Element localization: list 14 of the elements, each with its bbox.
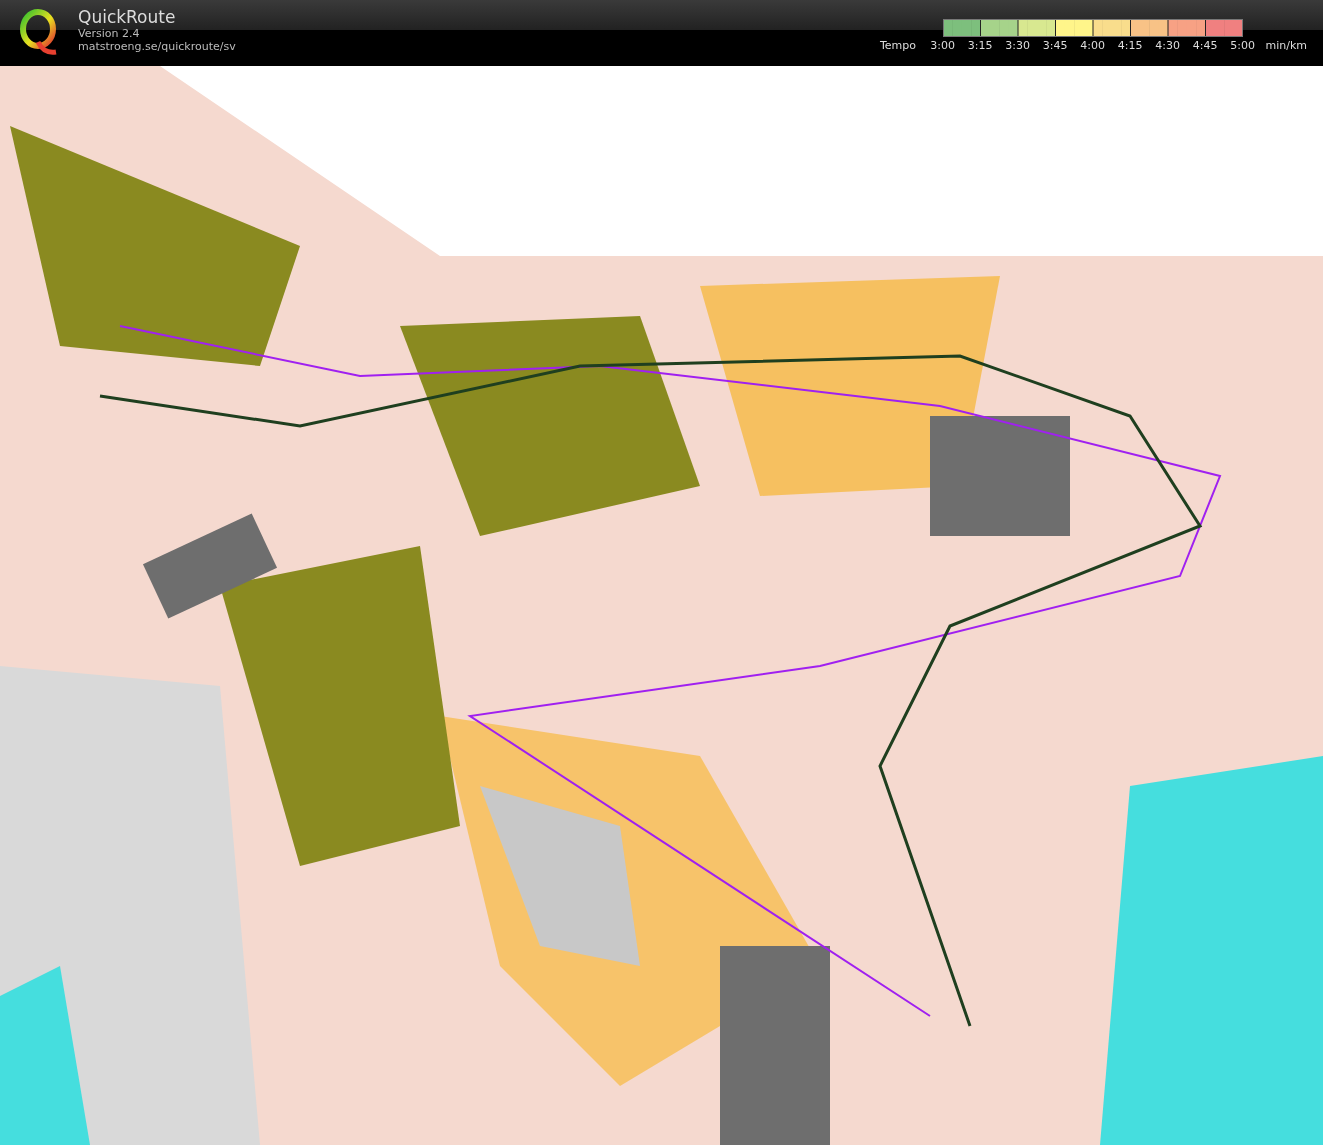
version-text: Version 2.4 <box>78 27 141 40</box>
tempo-label: Tempo <box>879 39 917 53</box>
scale-tick-label: 4:15 <box>1117 39 1143 53</box>
unit-label: min/km <box>1265 39 1307 53</box>
website-link[interactable]: matstroeng.se/quickroute/sv <box>78 40 236 53</box>
scale-tick-label: 3:00 <box>930 39 956 53</box>
scale-tick-label: 4:00 <box>1080 39 1106 53</box>
scale-tick-label: 5:00 <box>1230 39 1256 53</box>
scale-tick-label: 4:30 <box>1155 39 1181 53</box>
app-title: QuickRoute <box>78 7 177 27</box>
scale-tick-label: 3:30 <box>1005 39 1031 53</box>
scale-tick-label: 3:15 <box>967 39 993 53</box>
scale-tick-label: 3:45 <box>1042 39 1068 53</box>
scale-tick-label: 4:45 <box>1192 39 1218 53</box>
